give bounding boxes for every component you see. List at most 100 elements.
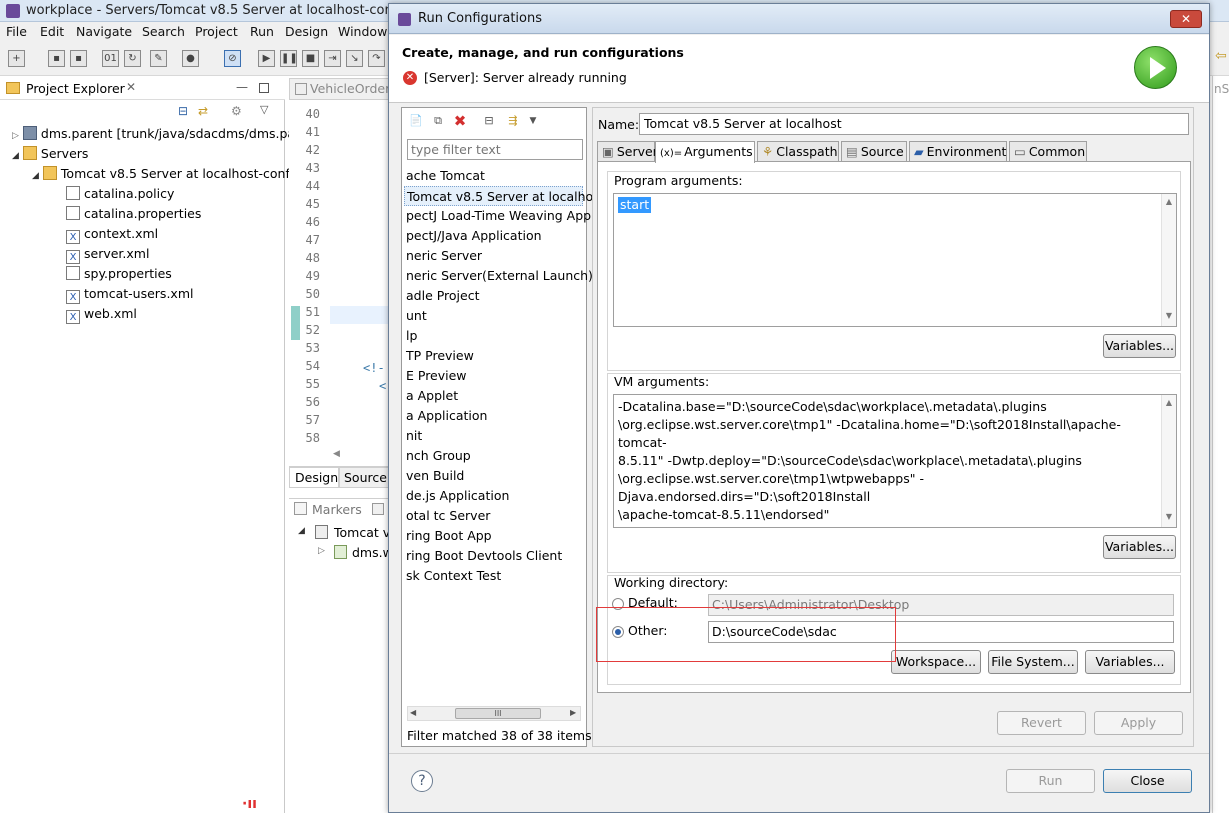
collapse-arrow-icon[interactable]: ◢ — [32, 171, 39, 181]
revert-button[interactable]: Revert — [997, 711, 1086, 735]
config-item[interactable]: a Applet — [406, 386, 458, 406]
config-item[interactable]: nch Group — [406, 446, 471, 466]
config-item[interactable]: ring Boot App — [406, 526, 492, 546]
config-item[interactable]: lp — [406, 326, 417, 346]
program-arguments-textarea[interactable]: start ▲ ▼ — [613, 193, 1177, 327]
config-item[interactable]: de.js Application — [406, 486, 509, 506]
tree-item-catalina-properties[interactable]: catalina.properties — [66, 204, 201, 224]
markers-module-row[interactable]: dms.w — [352, 545, 393, 560]
tab-source[interactable]: ▤ Source — [841, 141, 907, 162]
vm-variables-button[interactable]: Variables... — [1103, 535, 1176, 559]
menu-navigate[interactable]: Navigate — [76, 24, 132, 39]
open-type-icon[interactable]: ↻ — [124, 50, 141, 67]
collapse-arrow-icon[interactable]: ◢ — [298, 526, 305, 536]
tree-item-tomcat-config[interactable]: ◢ Tomcat v8.5 Server at localhost-confi — [32, 164, 293, 184]
menu-file[interactable]: File — [6, 24, 27, 39]
filter-configurations-icon[interactable]: ⇶ — [504, 113, 522, 131]
expand-arrow-icon[interactable]: ▷ — [12, 131, 19, 141]
vertical-scrollbar[interactable]: ▲ ▼ — [1161, 395, 1176, 527]
run-button[interactable]: Run — [1006, 769, 1095, 793]
new-icon[interactable]: + — [8, 50, 25, 67]
scroll-up-arrow-icon[interactable]: ▲ — [1163, 196, 1175, 208]
config-item[interactable]: otal tc Server — [406, 506, 490, 526]
task-icon[interactable]: ✎ — [150, 50, 167, 67]
menu-run[interactable]: Run — [250, 24, 274, 39]
duplicate-icon[interactable]: ⧉ — [429, 113, 447, 131]
resume-icon[interactable]: ▶ — [258, 50, 275, 67]
close-button[interactable]: Close — [1103, 769, 1192, 793]
config-item[interactable]: ven Build — [406, 466, 464, 486]
delete-icon[interactable]: ✖ — [451, 113, 469, 131]
config-item[interactable]: pectJ Load-Time Weaving App — [406, 206, 591, 226]
link-editor-icon[interactable]: ⇄ — [198, 104, 208, 118]
config-item-selected[interactable]: Tomcat v8.5 Server at localho — [404, 186, 593, 206]
save-icon[interactable]: ▪ — [48, 50, 65, 67]
collapse-arrow-icon[interactable]: ◢ — [12, 151, 19, 161]
skip-breakpoints-icon[interactable]: ⊘ — [224, 50, 241, 67]
config-item[interactable]: ring Boot Devtools Client — [406, 546, 562, 566]
config-item[interactable]: neric Server — [406, 246, 482, 266]
apply-button[interactable]: Apply — [1094, 711, 1183, 735]
project-explorer-title[interactable]: Project Explorer — [26, 81, 125, 96]
scroll-down-arrow-icon[interactable]: ▼ — [1163, 310, 1175, 322]
tab-server[interactable]: ▣ Server — [597, 141, 658, 162]
config-item[interactable]: pectJ/Java Application — [406, 226, 542, 246]
name-input[interactable]: Tomcat v8.5 Server at localhost — [639, 113, 1189, 135]
config-item[interactable]: unt — [406, 306, 427, 326]
scroll-down-arrow-icon[interactable]: ▼ — [1163, 511, 1175, 523]
collapse-all-icon[interactable]: ⊟ — [178, 104, 188, 118]
workspace-button[interactable]: Workspace... — [891, 650, 981, 674]
config-item[interactable]: E Preview — [406, 366, 467, 386]
binary-icon[interactable]: 01 — [102, 50, 119, 67]
tree-item-spy-properties[interactable]: spy.properties — [66, 264, 172, 284]
menu-window[interactable]: Window — [338, 24, 387, 39]
tree-item-tomcat-users-xml[interactable]: Xtomcat-users.xml — [66, 284, 193, 304]
file-system-button[interactable]: File System... — [988, 650, 1078, 674]
menu-design[interactable]: Design — [285, 24, 328, 39]
tab-design[interactable]: Design — [289, 467, 339, 488]
tab-source[interactable]: Source — [339, 467, 389, 488]
config-item[interactable]: TP Preview — [406, 346, 474, 366]
filter-input[interactable] — [408, 140, 582, 159]
vm-arguments-textarea[interactable]: -Dcatalina.base="D:\sourceCode\sdac\work… — [613, 394, 1177, 528]
tree-item-dms-parent[interactable]: ▷ dms.parent [trunk/java/sdacdms/dms.pa — [12, 124, 295, 144]
run-menu-icon[interactable]: ● — [182, 50, 199, 67]
horizontal-scrollbar[interactable]: ◀ III ▶ — [407, 706, 581, 721]
config-item[interactable]: nit — [406, 426, 422, 446]
scroll-left-arrow-icon[interactable]: ◀ — [410, 708, 416, 717]
menu-project[interactable]: Project — [195, 24, 238, 39]
scroll-up-arrow-icon[interactable]: ▲ — [1163, 397, 1175, 409]
minimize-view-icon[interactable]: — — [236, 80, 248, 94]
collapse-all-icon[interactable]: ⊟ — [480, 113, 498, 131]
scroll-right-arrow-icon[interactable]: ▶ — [570, 708, 576, 717]
filter-menu-chevron-down-icon[interactable]: ▼ — [524, 113, 542, 131]
scroll-left-arrow-icon[interactable]: ◀ — [333, 449, 340, 459]
save-all-icon[interactable]: ▪ — [70, 50, 87, 67]
maximize-view-icon[interactable] — [259, 83, 269, 93]
working-dir-variables-button[interactable]: Variables... — [1085, 650, 1175, 674]
close-window-icon[interactable]: ✕ — [1170, 10, 1202, 28]
view-menu-icon[interactable]: ▽ — [260, 103, 268, 116]
config-item[interactable]: a Application — [406, 406, 487, 426]
tab-common[interactable]: ▭ Common — [1009, 141, 1087, 162]
close-view-icon[interactable]: ✕ — [126, 80, 136, 94]
tab-arguments[interactable]: (x)= Arguments — [655, 141, 755, 163]
filter-view-icon[interactable]: ⚙ — [231, 104, 242, 118]
step-over-icon[interactable]: ↷ — [368, 50, 385, 67]
config-item[interactable]: adle Project — [406, 286, 480, 306]
properties-tab-icon[interactable] — [372, 503, 384, 515]
menu-edit[interactable]: Edit — [40, 24, 64, 39]
program-variables-button[interactable]: Variables... — [1103, 334, 1176, 358]
tab-classpath[interactable]: ⚘ Classpath — [757, 141, 839, 162]
tree-item-web-xml[interactable]: Xweb.xml — [66, 304, 137, 324]
right-edge-tab[interactable]: nS — [1214, 82, 1229, 96]
step-into-icon[interactable]: ↘ — [346, 50, 363, 67]
terminate-icon[interactable]: ■ — [302, 50, 319, 67]
tree-item-servers[interactable]: ◢ Servers — [12, 144, 88, 164]
menu-search[interactable]: Search — [142, 24, 185, 39]
disconnect-icon[interactable]: ⇥ — [324, 50, 341, 67]
tree-item-catalina-policy[interactable]: catalina.policy — [66, 184, 174, 204]
config-item[interactable]: ache Tomcat — [406, 166, 485, 186]
vertical-scrollbar[interactable]: ▲ ▼ — [1161, 194, 1176, 326]
tree-item-context-xml[interactable]: Xcontext.xml — [66, 224, 158, 244]
